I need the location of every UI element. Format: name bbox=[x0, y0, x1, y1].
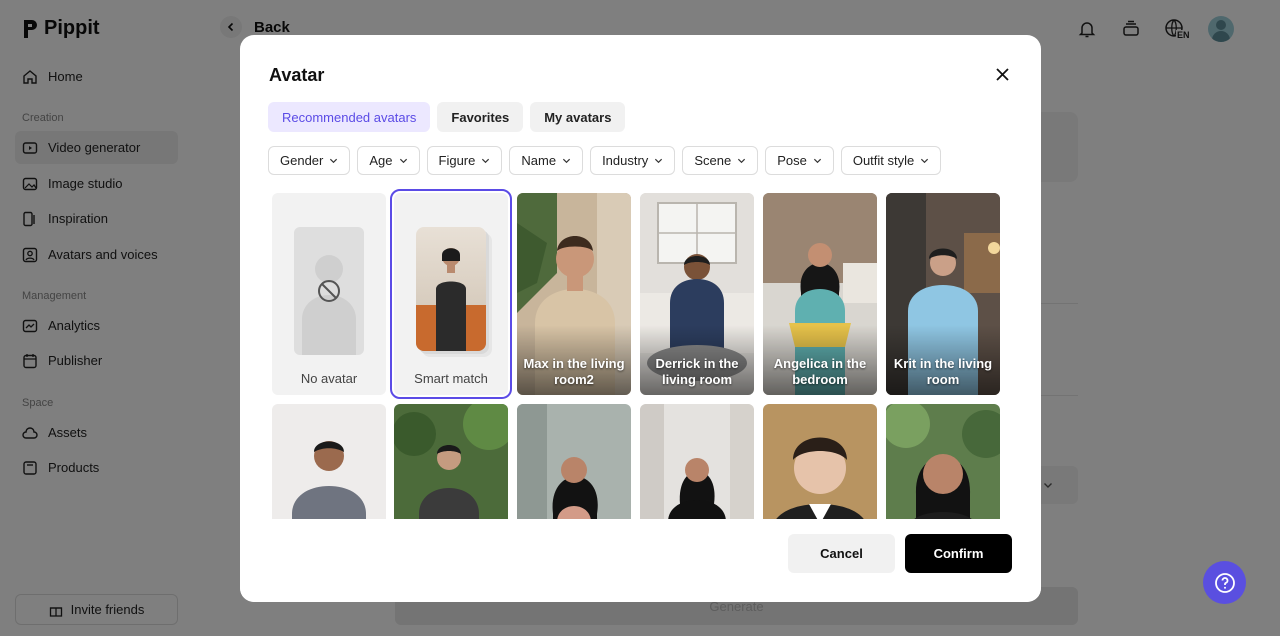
avatar-card[interactable] bbox=[517, 404, 631, 520]
avatar-tabs: Recommended avatars Favorites My avatars bbox=[268, 102, 626, 132]
avatar-photo bbox=[517, 404, 631, 520]
filter-pose[interactable]: Pose bbox=[765, 146, 834, 175]
filter-label: Scene bbox=[694, 153, 732, 168]
avatar-card-label: Derrick in the living room bbox=[655, 356, 739, 387]
filter-label: Gender bbox=[280, 153, 324, 168]
avatar-card-no-avatar[interactable]: No avatar bbox=[272, 193, 386, 395]
avatar-photo bbox=[886, 404, 1000, 520]
chevron-down-icon bbox=[738, 158, 746, 164]
close-button[interactable] bbox=[991, 63, 1013, 85]
avatar-card[interactable] bbox=[272, 404, 386, 520]
avatar-modal: Avatar Recommended avatars Favorites My … bbox=[240, 35, 1041, 602]
chevron-down-icon bbox=[921, 158, 929, 164]
avatar-photo bbox=[763, 404, 877, 520]
filter-label: Pose bbox=[777, 153, 807, 168]
avatar-card-smart-match[interactable]: Smart match bbox=[390, 189, 512, 399]
filter-name[interactable]: Name bbox=[509, 146, 584, 175]
tab-my-avatars[interactable]: My avatars bbox=[530, 102, 626, 132]
avatar-card[interactable] bbox=[886, 404, 1000, 520]
avatar-photo bbox=[640, 404, 754, 520]
confirm-button[interactable]: Confirm bbox=[905, 534, 1012, 573]
chevron-down-icon bbox=[813, 158, 821, 164]
filter-scene[interactable]: Scene bbox=[682, 146, 759, 175]
modal-footer: Cancel Confirm bbox=[240, 519, 1041, 602]
no-avatar-icon bbox=[318, 280, 340, 302]
modal-title: Avatar bbox=[269, 65, 325, 85]
avatar-card-label: No avatar bbox=[300, 371, 358, 386]
avatar-photo bbox=[272, 404, 386, 520]
avatar-card[interactable] bbox=[394, 404, 508, 520]
tab-recommended-avatars[interactable]: Recommended avatars bbox=[268, 102, 431, 132]
chevron-down-icon bbox=[655, 158, 663, 164]
smart-match-photo bbox=[416, 227, 486, 351]
help-button[interactable] bbox=[1203, 561, 1246, 604]
filter-label: Outfit style bbox=[852, 153, 915, 168]
cancel-button[interactable]: Cancel bbox=[788, 534, 895, 573]
filter-label: Age bbox=[369, 153, 393, 168]
tab-favorites[interactable]: Favorites bbox=[437, 102, 524, 132]
filter-gender[interactable]: Gender bbox=[268, 146, 351, 175]
avatar-card-krit[interactable]: Krit in the living room bbox=[886, 193, 1000, 395]
avatar-card-label: Max in the living room2 bbox=[523, 356, 625, 387]
avatar-grid: No avatar Smart match Max in the living … bbox=[269, 188, 1009, 520]
filter-label: Industry bbox=[602, 153, 649, 168]
avatar-card[interactable] bbox=[640, 404, 754, 520]
avatar-card-max[interactable]: Max in the living room2 bbox=[517, 193, 631, 395]
filter-outfit-style[interactable]: Outfit style bbox=[840, 146, 942, 175]
chevron-down-icon bbox=[330, 158, 338, 164]
filter-figure[interactable]: Figure bbox=[426, 146, 503, 175]
chevron-down-icon bbox=[562, 158, 571, 164]
filter-industry[interactable]: Industry bbox=[590, 146, 676, 175]
avatar-card-derrick[interactable]: Derrick in the living room bbox=[640, 193, 754, 395]
avatar-card-angelica[interactable]: Angelica in the bedroom bbox=[763, 193, 877, 395]
avatar-card-label: Smart match bbox=[414, 371, 488, 386]
help-icon bbox=[1214, 572, 1235, 593]
chevron-down-icon bbox=[482, 158, 490, 164]
avatar-card-label: Krit in the living room bbox=[893, 356, 993, 387]
close-icon bbox=[995, 67, 1009, 81]
filter-bar: Gender Age Figure Name Industry Scene Po… bbox=[268, 146, 942, 175]
avatar-photo bbox=[394, 404, 508, 520]
filter-label: Figure bbox=[438, 153, 476, 168]
chevron-down-icon bbox=[399, 158, 407, 164]
avatar-card-label: Angelica in the bedroom bbox=[773, 356, 867, 387]
filter-age[interactable]: Age bbox=[357, 146, 420, 175]
filter-label: Name bbox=[521, 153, 557, 168]
avatar-card[interactable] bbox=[763, 404, 877, 520]
